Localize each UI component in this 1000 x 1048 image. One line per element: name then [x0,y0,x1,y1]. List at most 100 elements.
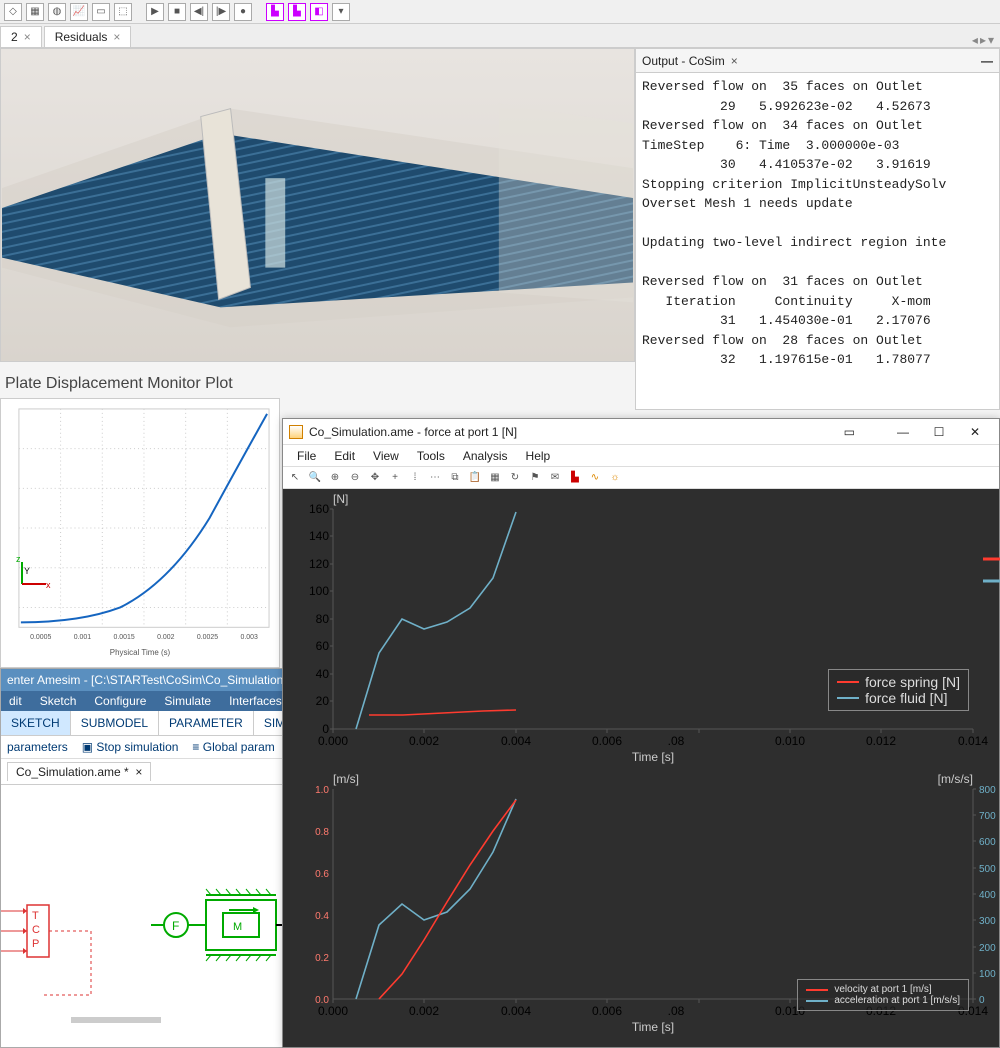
svg-text:60: 60 [316,639,330,653]
svg-text:0.004: 0.004 [501,734,531,748]
window-title: Co_Simulation.ame - force at port 1 [N] [309,425,517,439]
svg-text:0.014: 0.014 [958,734,988,748]
amesim-sketch-canvas[interactable]: T C P F [1,785,311,1045]
zoom-icon[interactable]: 🔍 [307,470,323,486]
record-icon[interactable]: ● [234,3,252,21]
panel-title: Output - CoSim [642,54,725,68]
more-icon[interactable]: ▾ [332,3,350,21]
menu-edit[interactable]: dit [1,691,30,711]
plate-displacement-plot[interactable]: 0.00050.0010.0015 0.0020.00250.003 Physi… [0,398,280,668]
vslider-icon[interactable]: ⁞ [407,470,423,486]
tab-prev-icon[interactable]: ◂ [972,33,978,47]
stop-icon[interactable]: ■ [168,3,186,21]
amesim-mode-tabs: SKETCH SUBMODEL PARAMETER SIM [1,711,311,736]
tool-select-icon[interactable]: ⬚ [114,3,132,21]
tab-parameter[interactable]: PARAMETER [159,711,254,735]
maximize-icon[interactable]: ☐ [921,421,957,443]
svg-text:140: 140 [309,529,329,543]
file-tab[interactable]: Co_Simulation.ame * × [7,762,151,781]
svg-text:20: 20 [316,694,330,708]
region-b-icon[interactable]: ▙ [288,3,306,21]
minimize-icon[interactable]: — [885,421,921,443]
menu-sketch[interactable]: Sketch [32,691,85,711]
zoom-in-icon[interactable]: ⊕ [327,470,343,486]
refresh-icon[interactable]: ↻ [507,470,523,486]
menu-edit[interactable]: Edit [326,447,363,465]
amesim-menu: dit Sketch Configure Simulate Interfaces [1,691,311,711]
btn-global-param[interactable]: ≡ Global param [192,740,274,754]
tool-table-icon[interactable]: ▭ [92,3,110,21]
tool-chart-icon[interactable]: 📈 [70,3,88,21]
close-icon[interactable]: ✕ [957,421,993,443]
sun-icon[interactable]: ☼ [607,470,623,486]
svg-text:Y: Y [24,566,30,576]
output-text[interactable]: Reversed flow on 35 faces on Outlet 29 5… [636,73,999,409]
tab-menu-icon[interactable]: ▾ [988,33,994,47]
minimize-icon[interactable]: — [981,54,993,68]
plot-area[interactable]: [N] 02040 6080100 120140160 0.0000.0020.… [283,489,999,1047]
tool-grid-icon[interactable]: ▦ [26,3,44,21]
menu-view[interactable]: View [365,447,407,465]
tab-sketch[interactable]: SKETCH [1,711,71,735]
menu-help[interactable]: Help [518,447,559,465]
svg-text:0.002: 0.002 [409,734,439,748]
tab-residuals[interactable]: Residuals × [44,26,132,47]
tab-nav: ◂ ▸ ▾ [966,33,1000,47]
legend-chart2: velocity at port 1 [m/s] acceleration at… [797,979,969,1011]
view-tabs: 2× Residuals× ◂ ▸ ▾ [0,24,1000,48]
copy-icon[interactable]: ⧉ [447,470,463,486]
menu-analysis[interactable]: Analysis [455,447,516,465]
tab-view-2[interactable]: 2× [0,26,42,47]
tool-globe-icon[interactable]: ◍ [48,3,66,21]
svg-text:0.0025: 0.0025 [197,634,218,641]
crosshair-icon[interactable]: + [387,470,403,486]
svg-text:0.2: 0.2 [315,953,329,964]
close-icon[interactable]: × [135,765,142,779]
tab-next-icon[interactable]: ▸ [980,33,986,47]
menu-simulate[interactable]: Simulate [156,691,219,711]
clip-icon[interactable]: 📋 [467,470,483,486]
wave-icon[interactable]: ∿ [587,470,603,486]
pan-icon[interactable]: ✥ [367,470,383,486]
btn-stop-sim[interactable]: ▣ Stop simulation [82,740,179,754]
menu-interfaces[interactable]: Interfaces [221,691,290,711]
tab-label: Residuals [55,30,108,44]
tool-arrow-icon[interactable]: ◇ [4,3,22,21]
menu-configure[interactable]: Configure [86,691,154,711]
svg-text:F: F [172,919,179,933]
close-icon[interactable]: × [731,54,738,68]
cursor-icon[interactable]: ↖ [287,470,303,486]
step-fwd-icon[interactable]: |▶ [212,3,230,21]
btn-parameters[interactable]: parameters [7,740,68,754]
svg-text:T: T [32,910,39,922]
svg-text:0.002: 0.002 [157,634,175,641]
region-c-icon[interactable]: ◧ [310,3,328,21]
svg-text:0.004: 0.004 [501,1004,531,1018]
svg-text:400: 400 [979,890,996,901]
plot-toolbar: ↖ 🔍 ⊕ ⊖ ✥ + ⁞ ⋯ ⧉ 📋 ▦ ↻ ⚑ ✉ ▙ ∿ ☼ [283,467,999,489]
play-icon[interactable]: ▶ [146,3,164,21]
menu-tools[interactable]: Tools [409,447,453,465]
close-icon[interactable]: × [24,30,31,44]
svg-text:300: 300 [979,916,996,927]
svg-text:P: P [32,938,39,950]
close-icon[interactable]: × [113,30,120,44]
grid-icon[interactable]: ▦ [487,470,503,486]
bar-icon[interactable]: ▙ [567,470,583,486]
amesim-window: enter Amesim - [C:\STARTest\CoSim\Co_Sim… [0,668,312,1048]
3d-view[interactable] [0,48,635,362]
svg-text:C: C [32,924,40,936]
hslider-icon[interactable]: ⋯ [427,470,443,486]
svg-text:x: x [46,580,51,590]
region-a-icon[interactable]: ▙ [266,3,284,21]
tab-label: 2 [11,30,18,44]
plot-titlebar[interactable]: Co_Simulation.ame - force at port 1 [N] … [283,419,999,445]
tab-submodel[interactable]: SUBMODEL [71,711,159,735]
step-back-icon[interactable]: ◀| [190,3,208,21]
amesim-file-tabs: Co_Simulation.ame * × [1,759,311,785]
mail-icon[interactable]: ✉ [547,470,563,486]
flag-icon[interactable]: ⚑ [527,470,543,486]
zoom-out-icon[interactable]: ⊖ [347,470,363,486]
svg-text:160: 160 [309,502,329,516]
menu-file[interactable]: File [289,447,324,465]
